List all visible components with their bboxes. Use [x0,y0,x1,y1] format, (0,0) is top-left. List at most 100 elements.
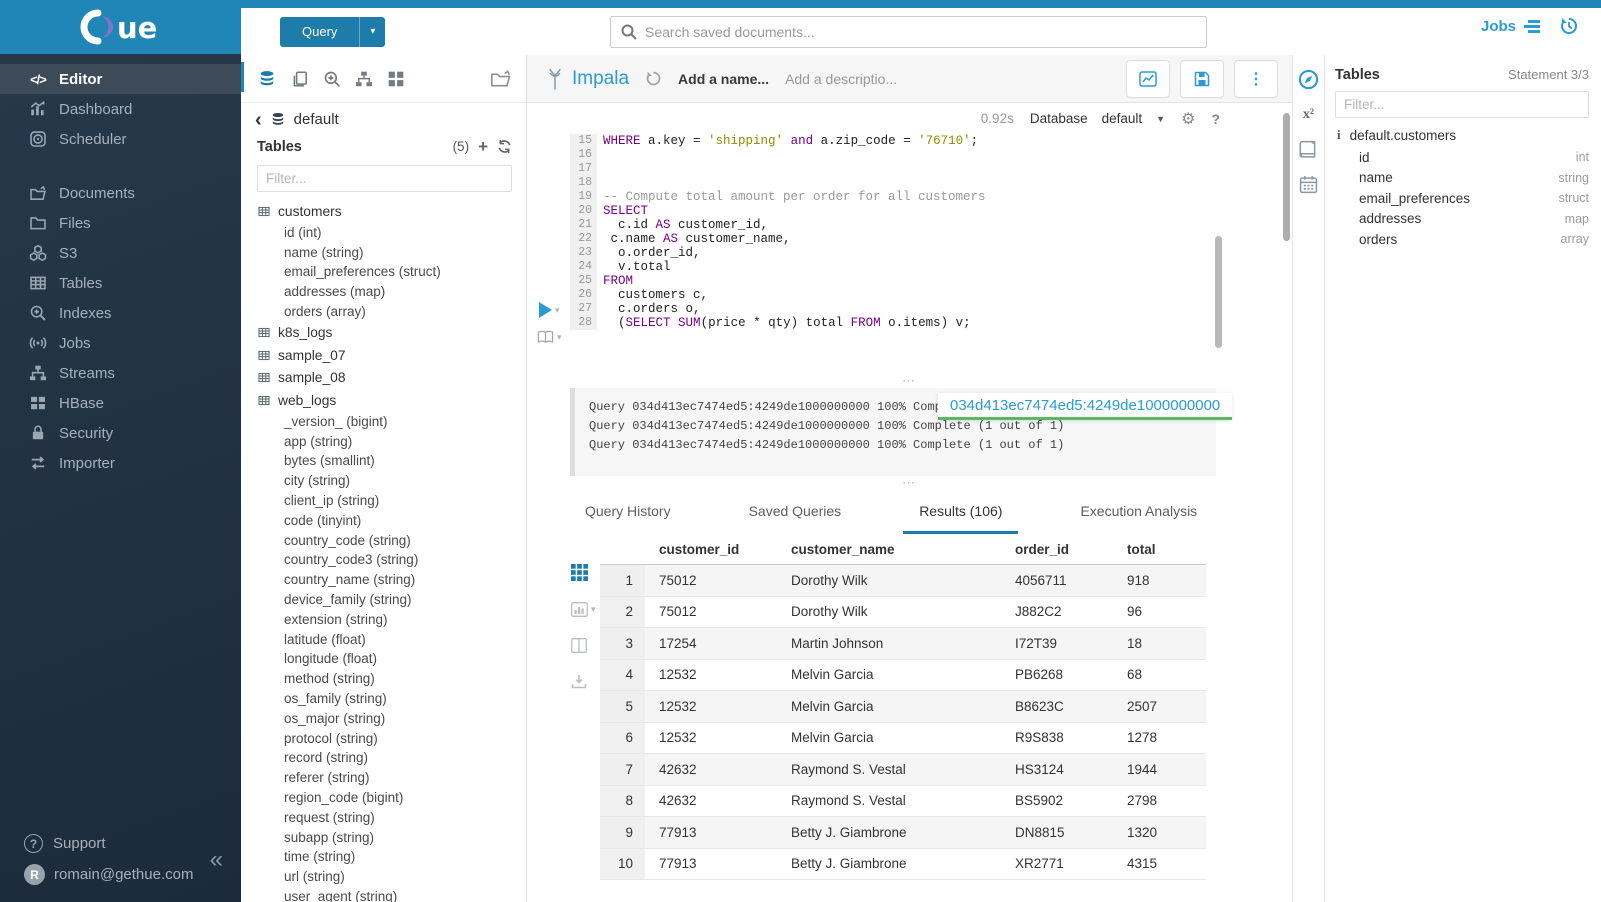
assist-column[interactable]: orders (array) [257,302,526,322]
tab-execution-analysis[interactable]: Execution Analysis [1064,490,1213,534]
assist-column[interactable]: user_agent (string) [257,887,526,902]
context-column-id[interactable]: idint [1335,147,1589,168]
sidebar-item-tables[interactable]: Tables [0,268,241,298]
table-row[interactable]: 1077913Betty J. GiambroneXR27714315 [600,849,1206,881]
column-header-customer_id[interactable]: customer_id [645,542,791,557]
functions-icon[interactable]: x² [1303,107,1314,123]
code-line[interactable]: 17 [570,162,1292,176]
code-line[interactable]: 19-- Compute total amount per order for … [570,190,1292,204]
save-button[interactable] [1180,60,1224,98]
context-table[interactable]: i default.customers [1337,127,1589,143]
table-row[interactable]: 742632Raymond S. VestalHS31241944 [600,754,1206,786]
assist-column[interactable]: os_family (string) [257,689,526,709]
assist-search-icon[interactable] [323,70,341,88]
assist-column[interactable]: region_code (bigint) [257,788,526,808]
assist-projects-icon[interactable] [490,69,512,89]
assist-table[interactable]: sample_08 [257,366,526,389]
database-value[interactable]: default [1102,111,1143,126]
assist-column[interactable]: os_major (string) [257,708,526,728]
table-row[interactable]: 512532Melvin GarciaB8623C2507 [600,691,1206,723]
assist-column[interactable]: record (string) [257,748,526,768]
assist-column[interactable]: _version_ (bigint) [257,411,526,431]
editor-scrollbar[interactable] [1283,113,1290,241]
code-line[interactable]: 21 c.id AS customer_id, [570,218,1292,232]
assist-table[interactable]: customers [257,200,526,223]
assist-column[interactable]: country_code (string) [257,530,526,550]
assist-table[interactable]: web_logs [257,389,526,412]
column-header-order_id[interactable]: order_id [1015,542,1127,557]
context-filter-input[interactable] [1335,91,1589,118]
language-reference-icon[interactable]: ▾ [537,330,562,344]
assist-documents-icon[interactable] [291,70,309,88]
schedule-icon[interactable] [1299,175,1318,194]
assist-column[interactable]: app (string) [257,431,526,451]
code-line[interactable]: 23 o.order_id, [570,246,1292,260]
sql-editor[interactable]: 15WHERE a.key = 'shipping' and a.zip_cod… [527,134,1292,374]
add-table-icon[interactable]: + [478,138,488,155]
assist-column[interactable]: city (string) [257,471,526,491]
info-icon[interactable]: i [1337,127,1341,143]
sidebar-item-scheduler[interactable]: Scheduler [0,124,241,154]
assist-filter-input[interactable] [257,165,512,192]
support-link[interactable]: ? Support [0,828,241,859]
assist-column[interactable]: referer (string) [257,768,526,788]
assist-column[interactable]: country_code3 (string) [257,550,526,570]
table-row[interactable]: 317254Martin JohnsonI72T3918 [600,628,1206,660]
sidebar-item-dashboard[interactable]: Dashboard [0,94,241,124]
context-column-orders[interactable]: ordersarray [1335,229,1589,250]
code-line[interactable]: 20SELECT [570,204,1292,218]
code-line[interactable]: 15WHERE a.key = 'shipping' and a.zip_cod… [570,134,1292,148]
sidebar-item-documents[interactable]: Documents [0,178,241,208]
sidebar-item-files[interactable]: Files [0,208,241,238]
assist-table[interactable]: k8s_logs [257,321,526,344]
resize-handle-2[interactable]: ⋯ [527,476,1292,490]
sidebar-item-security[interactable]: Security [0,418,241,448]
code-line[interactable]: 26 customers c, [570,288,1292,302]
assist-column[interactable]: time (string) [257,847,526,867]
hue-logo[interactable]: ue [0,0,241,54]
assist-column[interactable]: client_ip (string) [257,491,526,511]
assist-column[interactable]: id (int) [257,223,526,243]
sidebar-item-editor[interactable]: </>Editor [0,64,241,94]
query-description-field[interactable]: Add a descriptio... [785,71,897,87]
breadcrumb-database-name[interactable]: default [294,111,339,128]
table-row[interactable]: 412532Melvin GarciaPB626868 [600,660,1206,692]
query-name-field[interactable]: Add a name... [678,71,769,87]
sidebar-item-streams[interactable]: Streams [0,358,241,388]
resize-handle[interactable]: ⋯ [527,374,1292,388]
assist-column[interactable]: method (string) [257,669,526,689]
execute-query-button[interactable]: ▾ [539,302,560,318]
code-line[interactable]: 24 v.total [570,260,1292,274]
user-account[interactable]: R romain@gethue.com [0,859,241,890]
assist-column[interactable]: subapp (string) [257,827,526,847]
jobs-link[interactable]: Jobs [1481,18,1541,35]
tab-saved-queries[interactable]: Saved Queries [733,490,858,534]
chart-settings-button[interactable] [1126,60,1170,98]
assist-column[interactable]: country_name (string) [257,570,526,590]
table-row[interactable]: 275012Dorothy WilkJ882C296 [600,597,1206,629]
table-row[interactable]: 612532Melvin GarciaR9S8381278 [600,723,1206,755]
query-history-icon[interactable] [645,70,662,87]
chart-view-icon[interactable]: ▾ [571,602,596,617]
editor-help-icon[interactable]: ? [1211,111,1220,127]
language-docs-icon[interactable] [1299,140,1318,158]
editor-assistant-icon[interactable] [1298,69,1319,90]
history-icon[interactable] [1559,16,1579,36]
assist-column[interactable]: latitude (float) [257,629,526,649]
tab-results-106-[interactable]: Results (106) [903,490,1018,534]
download-icon[interactable] [571,674,587,689]
assist-column[interactable]: email_preferences (struct) [257,262,526,282]
column-header-customer_name[interactable]: customer_name [791,542,1015,557]
assist-apps-icon[interactable] [387,70,405,88]
table-row[interactable]: 977913Betty J. GiambroneDN88151320 [600,817,1206,849]
code-line[interactable]: 25FROM [570,274,1292,288]
code-scrollbar[interactable] [1215,236,1222,348]
assist-column[interactable]: name (string) [257,242,526,262]
refresh-icon[interactable] [497,139,512,154]
tab-query-history[interactable]: Query History [569,490,687,534]
assist-table[interactable]: sample_07 [257,344,526,367]
collapse-sidebar-button[interactable]: « [210,848,223,872]
sidebar-item-jobs[interactable]: Jobs [0,328,241,358]
context-column-email_preferences[interactable]: email_preferencesstruct [1335,188,1589,209]
query-button-label[interactable]: Query [280,17,359,47]
